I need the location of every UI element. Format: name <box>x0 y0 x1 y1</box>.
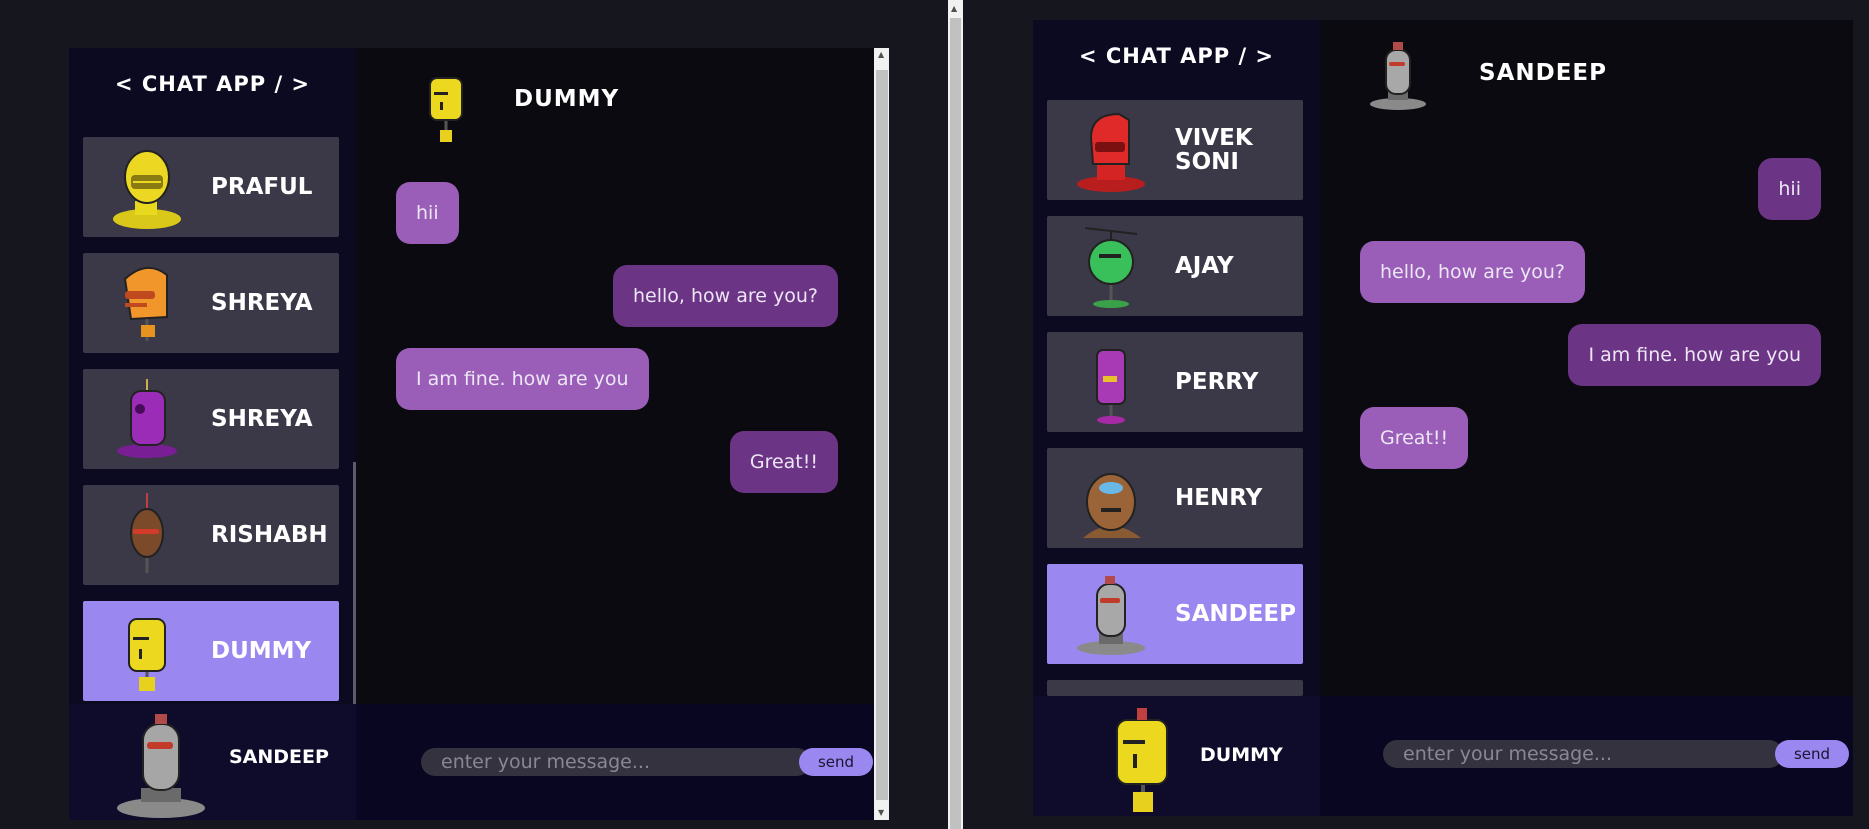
window-divider[interactable]: ▲ <box>948 0 963 829</box>
current-user-panel: SANDEEP <box>69 704 356 820</box>
orange-robot-icon <box>123 267 168 341</box>
contact-item-henry[interactable]: HENRY <box>1047 448 1303 548</box>
chat-panel: SANDEEP hii hello, how are you? I am fin… <box>1320 20 1853 696</box>
chat-app: < CHAT APP / > PRAFUL SHREYA SHREYA RISH… <box>69 48 889 820</box>
contact-name: SHREYA <box>211 406 313 432</box>
yellow-robot-icon <box>1116 708 1168 812</box>
chat-scrollbar[interactable]: ▲ ▼ <box>874 48 889 820</box>
chat-partner-name: SANDEEP <box>1479 60 1607 86</box>
contact-item-rishabh[interactable]: RISHABH <box>83 485 339 585</box>
send-button[interactable]: send <box>799 748 873 776</box>
message-bubble: I am fine. how are you <box>396 348 649 410</box>
message-input[interactable] <box>421 748 811 776</box>
contact-item-perry[interactable]: PERRY <box>1047 332 1303 432</box>
send-button[interactable]: send <box>1775 740 1849 768</box>
current-user-panel: DUMMY <box>1033 696 1320 816</box>
contact-item-vivek-soni[interactable]: VIVEK SONI <box>1047 100 1303 200</box>
yellow-robot-icon <box>113 150 181 229</box>
current-user-name: DUMMY <box>1200 744 1283 766</box>
chat-panel: DUMMY hii hello, how are you? I am fine.… <box>356 48 876 704</box>
brown-robot-icon <box>130 493 164 573</box>
purple-robot-icon <box>1096 349 1126 424</box>
contact-name: PERRY <box>1175 369 1259 395</box>
contact-name: AJAY <box>1175 253 1234 279</box>
silver-robot-icon <box>117 714 205 818</box>
message-bubble: Great!! <box>729 431 838 493</box>
scroll-up-icon[interactable]: ▲ <box>951 4 957 13</box>
app-brand: < CHAT APP / > <box>114 72 311 96</box>
scroll-down-icon[interactable]: ▼ <box>878 808 884 817</box>
yellow-robot-icon <box>429 77 463 142</box>
contact-name: SANDEEP <box>1175 601 1296 627</box>
right-window: < CHAT APP / > VIVEK SONI AJAY PERRY HEN… <box>963 0 1869 829</box>
contact-name: VIVEK SONI <box>1175 125 1253 175</box>
green-robot-icon <box>1084 227 1138 308</box>
contacts-sidebar: < CHAT APP / > VIVEK SONI AJAY PERRY HEN… <box>1033 20 1320 696</box>
yellow-robot-icon <box>128 618 166 691</box>
brown-robot-icon <box>1083 473 1141 538</box>
contact-name: PRAFUL <box>211 174 313 200</box>
message-bubble: I am fine. how are you <box>1568 324 1821 386</box>
contact-item-shreya-2[interactable]: SHREYA <box>83 369 339 469</box>
message-bubble: hii <box>396 182 459 244</box>
message-bubble: hello, how are you? <box>613 265 838 327</box>
silver-robot-icon <box>1077 576 1145 655</box>
silver-robot-icon <box>1370 42 1426 110</box>
chat-partner-name: DUMMY <box>514 86 620 112</box>
red-robot-icon <box>1077 112 1145 192</box>
app-brand: < CHAT APP / > <box>1078 44 1275 68</box>
contact-name: SHREYA <box>211 290 313 316</box>
contact-item-dummy[interactable]: DUMMY <box>83 601 339 701</box>
contact-name: DUMMY <box>211 638 312 664</box>
composer-bar: SANDEEP send <box>69 704 876 820</box>
message-bubble: hii <box>1758 158 1821 220</box>
contact-item-sandeep[interactable]: SANDEEP <box>1047 564 1303 664</box>
message-bubble: Great!! <box>1360 407 1469 469</box>
scrollbar-thumb[interactable] <box>876 70 888 800</box>
contact-item-partial[interactable] <box>1047 680 1303 696</box>
purple-robot-icon <box>117 379 177 458</box>
composer-bar: DUMMY send <box>1033 696 1853 816</box>
contact-item-ajay[interactable]: AJAY <box>1047 216 1303 316</box>
message-bubble: hello, how are you? <box>1360 241 1585 303</box>
contacts-sidebar: < CHAT APP / > PRAFUL SHREYA SHREYA RISH… <box>69 48 356 704</box>
contact-name: HENRY <box>1175 485 1263 511</box>
contact-item-praful[interactable]: PRAFUL <box>83 137 339 237</box>
message-input[interactable] <box>1383 740 1783 768</box>
chat-app: < CHAT APP / > VIVEK SONI AJAY PERRY HEN… <box>1033 20 1853 816</box>
divider-thumb[interactable] <box>950 18 961 829</box>
left-window: < CHAT APP / > PRAFUL SHREYA SHREYA RISH… <box>0 0 948 829</box>
current-user-name: SANDEEP <box>229 746 329 768</box>
scroll-up-icon[interactable]: ▲ <box>878 50 884 59</box>
contact-name: RISHABH <box>211 522 328 548</box>
contact-item-shreya[interactable]: SHREYA <box>83 253 339 353</box>
